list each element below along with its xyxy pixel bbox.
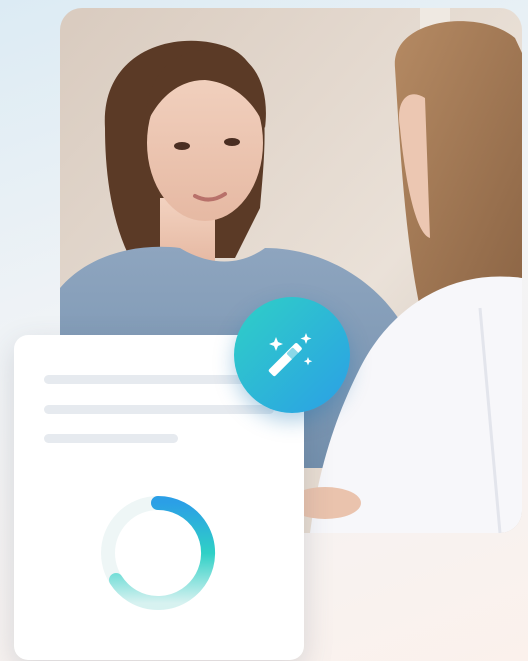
magic-wand-icon: [268, 333, 313, 377]
placeholder-line: [44, 434, 178, 443]
loading-ring-icon: [101, 496, 216, 610]
magic-wand-button[interactable]: [234, 297, 350, 413]
placeholder-line: [44, 375, 254, 384]
placeholder-line: [44, 405, 274, 414]
